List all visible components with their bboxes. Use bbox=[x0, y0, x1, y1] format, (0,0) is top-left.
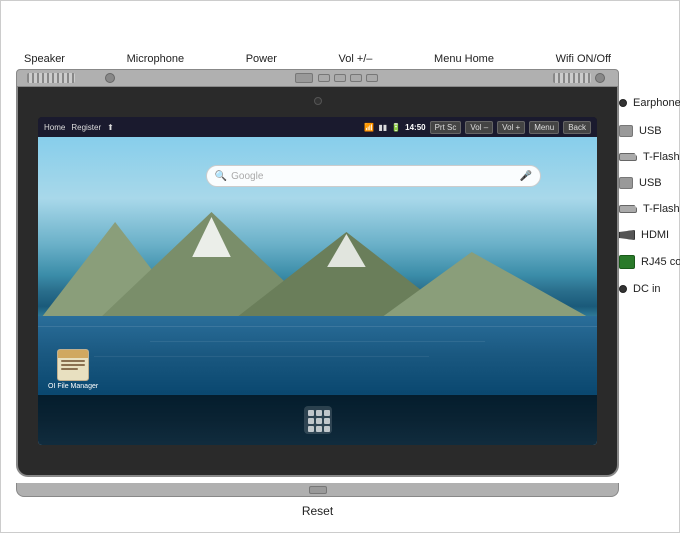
search-icon: 🔍 bbox=[215, 171, 227, 182]
mic-search-icon: 🎤 bbox=[520, 171, 532, 182]
reset-label: Reset bbox=[16, 504, 619, 518]
google-placeholder: Google bbox=[231, 171, 520, 182]
earphone-label: Earphone bbox=[633, 97, 680, 109]
back-btn[interactable]: Back bbox=[563, 121, 591, 134]
clock: 14:50 bbox=[405, 123, 425, 132]
battery-icon: 🔋 bbox=[391, 123, 401, 132]
menu-home-label: Menu Home bbox=[434, 53, 494, 65]
tablet-diagram: Speaker Microphone Power Vol +/– Menu Ho… bbox=[0, 0, 680, 533]
tablet-body: Home Register ⬆ 📶 ▮▮ 🔋 14:50 Prt Sc Vol … bbox=[16, 87, 619, 477]
power-button[interactable] bbox=[295, 73, 313, 83]
menu-nav-btn[interactable]: Menu bbox=[529, 121, 559, 134]
status-bar: Home Register ⬆ 📶 ▮▮ 🔋 14:50 Prt Sc Vol … bbox=[38, 117, 597, 137]
speaker-grille bbox=[27, 73, 75, 83]
reset-button[interactable] bbox=[309, 486, 327, 494]
register-nav[interactable]: Register bbox=[71, 123, 101, 132]
bottom-bar bbox=[16, 483, 619, 497]
earphone-port: Earphone bbox=[619, 97, 680, 109]
power-label: Power bbox=[246, 53, 277, 65]
rj45-port: RJ45 connector bbox=[619, 255, 680, 269]
apps-icon[interactable] bbox=[304, 406, 332, 434]
tablet-screen[interactable]: Home Register ⬆ 📶 ▮▮ 🔋 14:50 Prt Sc Vol … bbox=[38, 117, 597, 445]
tflash2-connector bbox=[619, 205, 637, 213]
file-manager-icon[interactable]: OI File Manager bbox=[48, 349, 98, 390]
hdmi-connector bbox=[619, 230, 635, 240]
tflash1-port: T-Flash bbox=[619, 151, 680, 163]
wifi-label: Wifi ON/Off bbox=[556, 53, 611, 65]
wifi-grille bbox=[553, 73, 591, 83]
reset-text: Reset bbox=[302, 504, 333, 518]
right-ports: Earphone USB T-Flash USB T-Flash HDMI RJ… bbox=[619, 87, 679, 477]
home-button[interactable] bbox=[366, 74, 378, 82]
vol-down-button[interactable] bbox=[318, 74, 330, 82]
speaker-label: Speaker bbox=[24, 53, 65, 65]
top-labels: Speaker Microphone Power Vol +/– Menu Ho… bbox=[16, 53, 619, 65]
signal-icon: 📶 bbox=[364, 123, 374, 132]
dcin-connector bbox=[619, 285, 627, 293]
rj45-connector bbox=[619, 255, 635, 269]
hdmi-label: HDMI bbox=[641, 229, 669, 241]
prtsc-btn[interactable]: Prt Sc bbox=[430, 121, 462, 134]
bottom-dock bbox=[38, 395, 597, 445]
wifi-button[interactable] bbox=[595, 73, 605, 83]
nav-icon: ⬆ bbox=[107, 123, 114, 132]
mountain-svg bbox=[38, 202, 597, 322]
top-bar bbox=[16, 69, 619, 87]
vol-minus-btn[interactable]: Vol – bbox=[465, 121, 493, 134]
usb1-connector bbox=[619, 125, 633, 137]
home-nav[interactable]: Home bbox=[44, 123, 65, 132]
hdmi-port: HDMI bbox=[619, 229, 669, 241]
usb1-label: USB bbox=[639, 125, 662, 137]
file-icon-graphic bbox=[57, 349, 89, 381]
wifi-signal-icon: ▮▮ bbox=[378, 123, 387, 132]
menu-button[interactable] bbox=[350, 74, 362, 82]
file-manager-label: OI File Manager bbox=[48, 383, 98, 390]
rj45-label: RJ45 connector bbox=[641, 256, 680, 268]
vol-label: Vol +/– bbox=[338, 53, 372, 65]
usb2-port: USB bbox=[619, 177, 662, 189]
microphone-button bbox=[105, 73, 115, 83]
tflash1-connector bbox=[619, 153, 637, 161]
usb1-port: USB bbox=[619, 125, 662, 137]
tflash2-port: T-Flash bbox=[619, 203, 680, 215]
wallpaper: 🔍 Google 🎤 OI File Manager bbox=[38, 137, 597, 445]
dcin-port: DC in bbox=[619, 283, 661, 295]
status-bar-right: 📶 ▮▮ 🔋 14:50 Prt Sc Vol – Vol + Menu Bac… bbox=[364, 121, 591, 134]
dcin-label: DC in bbox=[633, 283, 661, 295]
vol-up-button[interactable] bbox=[334, 74, 346, 82]
status-bar-left: Home Register ⬆ bbox=[44, 123, 114, 132]
camera bbox=[314, 97, 322, 105]
microphone-label: Microphone bbox=[127, 53, 184, 65]
usb2-connector bbox=[619, 177, 633, 189]
vol-plus-btn[interactable]: Vol + bbox=[497, 121, 525, 134]
usb2-label: USB bbox=[639, 177, 662, 189]
search-bar[interactable]: 🔍 Google 🎤 bbox=[206, 165, 541, 187]
tflash1-label: T-Flash bbox=[643, 151, 680, 163]
tflash2-label: T-Flash bbox=[643, 203, 680, 215]
earphone-connector bbox=[619, 99, 627, 107]
